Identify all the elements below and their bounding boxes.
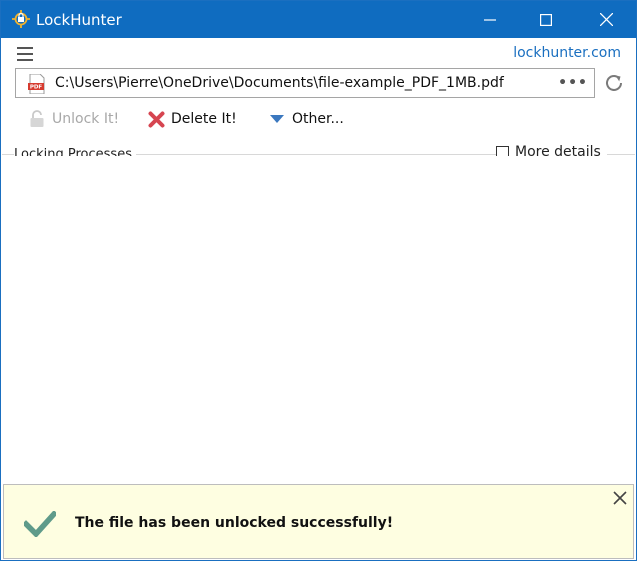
lockhunter-logo-icon <box>12 10 30 28</box>
delete-it-button[interactable]: Delete It! <box>147 107 237 131</box>
window-title: LockHunter <box>36 11 122 29</box>
notification-message: The file has been unlocked successfully! <box>75 515 394 531</box>
success-notification: The file has been unlocked successfully! <box>3 484 634 559</box>
minimize-icon <box>484 18 496 21</box>
close-window-button[interactable] <box>583 1 629 38</box>
browse-more-button[interactable]: ••• <box>558 75 588 91</box>
file-path-field[interactable]: PDF C:\Users\Pierre\OneDrive\Documents\f… <box>15 68 595 98</box>
triangle-down-icon <box>268 110 286 128</box>
minimize-button[interactable] <box>467 1 513 38</box>
lockhunter-website-link[interactable]: lockhunter.com <box>513 45 621 61</box>
maximize-icon <box>540 13 552 26</box>
title-bar[interactable]: LockHunter <box>1 1 636 38</box>
other-button[interactable]: Other... <box>268 107 344 131</box>
lockhunter-window: LockHunter lockhunter.com PDF C:\Users\P… <box>0 0 637 561</box>
checkmark-icon <box>24 511 56 537</box>
red-x-icon <box>147 110 165 128</box>
file-path-text: C:\Users\Pierre\OneDrive\Documents\file-… <box>55 75 504 91</box>
svg-text:PDF: PDF <box>30 85 43 91</box>
hamburger-menu-icon[interactable] <box>16 45 36 63</box>
maximize-button[interactable] <box>523 1 569 38</box>
close-icon <box>599 13 613 26</box>
refresh-icon[interactable] <box>603 72 625 94</box>
delete-it-label: Delete It! <box>171 111 237 127</box>
other-label: Other... <box>292 111 344 127</box>
pdf-file-icon: PDF <box>28 74 45 94</box>
padlock-icon <box>28 110 46 128</box>
unlock-it-label: Unlock It! <box>52 111 120 127</box>
close-icon[interactable] <box>611 489 629 507</box>
unlock-it-button[interactable]: Unlock It! <box>28 107 119 131</box>
locking-processes-list[interactable] <box>2 156 635 482</box>
